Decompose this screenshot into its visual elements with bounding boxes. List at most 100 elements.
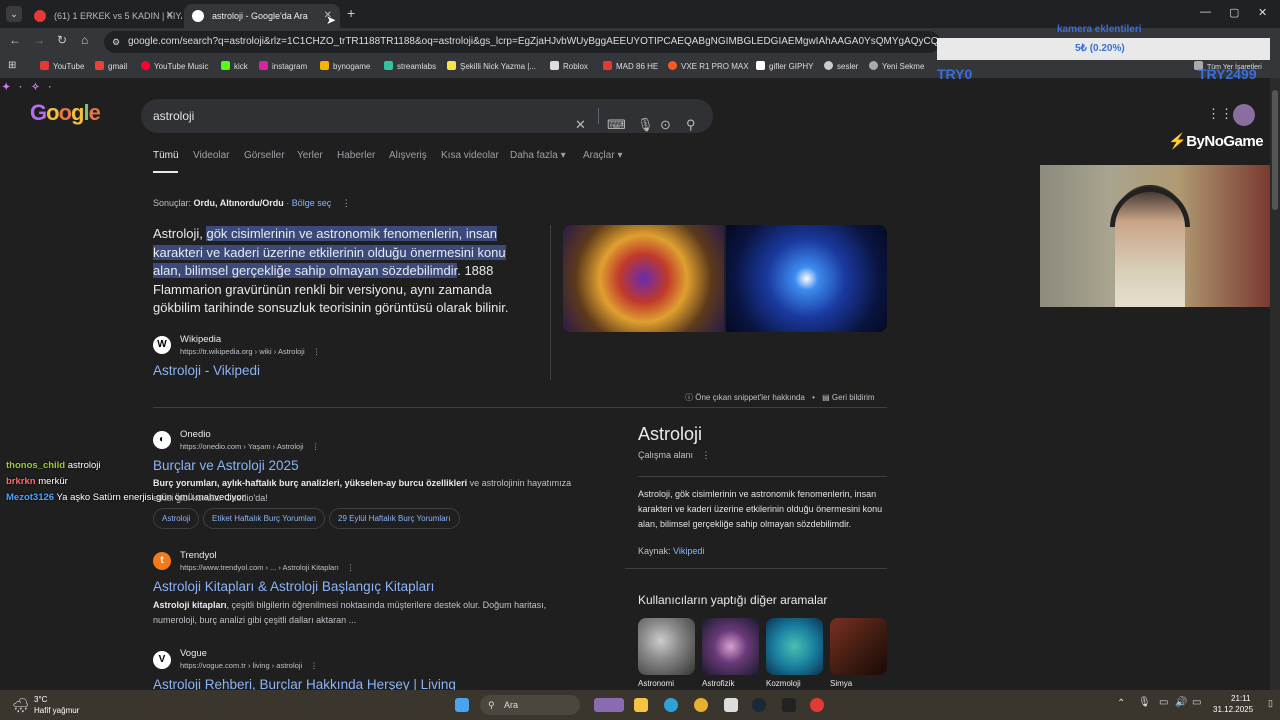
apps-icon[interactable]: ⊞ [8, 60, 16, 71]
astrology-wheel-image[interactable] [563, 225, 724, 332]
tab-google[interactable]: astroloji - Google'da Ara ✕ [184, 4, 340, 28]
result-source-name: Trendyol [180, 550, 217, 561]
taskbar-time[interactable]: 21:11 [1231, 694, 1250, 703]
microphone-icon[interactable]: 🎙 [1138, 697, 1151, 708]
network-icon[interactable]: ▭ [1159, 697, 1168, 708]
bookmark-youtube-music[interactable]: YouTube Music [141, 61, 209, 71]
profile-avatar[interactable] [1233, 104, 1255, 126]
more-options-icon[interactable]: ⋮ [702, 450, 711, 460]
related-simya[interactable]: Simya [830, 618, 887, 688]
apps-grid-icon[interactable]: ⋮⋮ [1207, 106, 1233, 122]
related-kozmoloji[interactable]: Kozmoloji [766, 618, 823, 688]
more-options-icon[interactable]: ⋮ [313, 347, 321, 356]
bookmark-youtube[interactable]: YouTube [40, 61, 84, 71]
new-tab-button[interactable]: + [347, 5, 355, 21]
keyboard-icon[interactable]: ⌨ [607, 108, 626, 142]
choose-region-link[interactable]: Bölge seç [292, 198, 332, 208]
related-astrofizik[interactable]: Astrofizik [702, 618, 759, 688]
bookmark-sekilli-nick[interactable]: Şekilli Nick Yazma |... [447, 61, 536, 71]
windows-taskbar: 🌧 3°C Hafif yağmur ⚲ Ara ⌃ 🎙 ▭ 🔊 ▭ 21:11… [0, 690, 1280, 720]
chip-29-eylul[interactable]: 29 Eylül Haftalık Burç Yorumları [329, 508, 460, 529]
chip-astroloji[interactable]: Astroloji [153, 508, 200, 529]
location-value: Ordu, Altınordu/Ordu [193, 198, 284, 208]
clear-icon[interactable]: ✕ [575, 108, 586, 142]
zodiac-circle-image[interactable] [726, 225, 887, 332]
address-bar[interactable]: ⚙ google.com/search?q=astroloji&rlz=1C1C… [104, 31, 940, 53]
steam-icon[interactable] [752, 698, 766, 712]
minimize-button[interactable]: — [1200, 6, 1211, 18]
windows-start-icon[interactable] [455, 698, 469, 712]
home-icon[interactable]: ⌂ [81, 33, 88, 47]
taskbar-date[interactable]: 31.12.2025 [1213, 705, 1253, 714]
lens-icon[interactable]: ⊙ [660, 108, 671, 142]
tab-all[interactable]: Tümü [153, 150, 179, 161]
google-doodle-logo[interactable]: Google ✦ · ✧ · [2, 82, 101, 126]
feedback-link[interactable]: Geri bildirim [832, 393, 875, 402]
more-options-icon[interactable]: ⋮ [342, 198, 351, 208]
more-options-icon[interactable]: ⋮ [312, 442, 320, 451]
forward-icon[interactable]: → [33, 33, 45, 47]
file-explorer-icon[interactable] [634, 698, 648, 712]
back-icon[interactable]: ← [9, 33, 21, 47]
chip-etiket-haftalik[interactable]: Etiket Haftalık Burç Yorumları [203, 508, 326, 529]
bookmark-mad86he[interactable]: MAD 86 HE [603, 61, 658, 71]
bookmark-bynogame[interactable]: bynogame [320, 61, 370, 71]
tab-short-videos[interactable]: Kısa videolar [441, 150, 499, 161]
notification-icon[interactable]: ▯ [1268, 698, 1273, 709]
page-scrollbar[interactable] [1270, 78, 1280, 690]
snippet-source-url[interactable]: https://tr.wikipedia.org › wiki › Astrol… [180, 347, 320, 356]
edge-icon[interactable] [664, 698, 678, 712]
search-input[interactable]: astroloji ✕ ⌨ 🎙 ⊙ ⚲ [141, 99, 713, 133]
tab-more[interactable]: Daha fazla ▾ [510, 150, 566, 161]
bookmark-gmail[interactable]: gmail [95, 61, 127, 71]
related-astronomi[interactable]: Astronomi [638, 618, 695, 688]
site-info-icon[interactable]: ⚙ [112, 31, 120, 53]
more-options-icon[interactable]: ⋮ [310, 661, 318, 670]
microphone-icon[interactable]: 🎙 [637, 108, 654, 142]
battery-icon[interactable]: ▭ [1192, 697, 1201, 708]
chrome-icon[interactable] [694, 698, 708, 712]
snippet-title-link[interactable]: Astroloji - Vikipedi [153, 363, 260, 378]
featured-snippet-text: Astroloji, gök cisimlerinin ve astronomi… [153, 226, 509, 315]
epic-games-icon[interactable] [782, 698, 796, 712]
bookmark-streamlabs[interactable]: streamlabs [384, 61, 436, 71]
knowledge-panel-subtitle: Çalışma alanı ⋮ [638, 450, 711, 460]
bookmark-sesler[interactable]: sesler [824, 61, 858, 71]
close-window-button[interactable]: ✕ [1258, 6, 1267, 19]
search-icon[interactable]: ⚲ [686, 108, 696, 142]
reload-icon[interactable]: ↻ [57, 33, 67, 47]
widgets-icon[interactable] [594, 698, 624, 712]
bookmark-kick[interactable]: kick [221, 61, 248, 71]
tab-images[interactable]: Görseller [244, 150, 285, 161]
tab-tools[interactable]: Araçlar ▾ [583, 150, 623, 161]
result-title-link[interactable]: Astroloji Rehberi, Burçlar Hakkında Herş… [153, 677, 456, 690]
scrollbar-thumb[interactable] [1272, 90, 1278, 210]
tab-videos[interactable]: Videolar [193, 150, 230, 161]
result-source-url[interactable]: https://vogue.com.tr › living › astroloj… [180, 661, 318, 670]
result-source-url[interactable]: https://www.trendyol.com › ... › Astrolo… [180, 563, 354, 572]
tab-places[interactable]: Yerler [297, 150, 323, 161]
tab-news[interactable]: Haberler [337, 150, 375, 161]
result-source-url[interactable]: https://onedio.com › Yaşam › Astroloji ⋮ [180, 442, 319, 451]
tab-search-button[interactable]: ⌄ [6, 6, 22, 22]
result-title-link[interactable]: Astroloji Kitapları & Astroloji Başlangı… [153, 579, 434, 594]
bookmark-instagram[interactable]: instagram [259, 61, 307, 71]
bookmark-giphy[interactable]: gifler GIPHY [756, 61, 813, 71]
bookmark-vxe[interactable]: VXE R1 PRO MAX [668, 61, 749, 71]
close-tab-icon[interactable]: ✕ [166, 4, 174, 28]
taskbar-search[interactable]: ⚲ Ara [480, 695, 580, 715]
tab-youtube[interactable]: (61) 1 ERKEK vs 5 KADIN | KIYAF ✕ [26, 4, 182, 28]
tab-shopping[interactable]: Alışveriş [389, 150, 427, 161]
bookmark-yeni-sekme[interactable]: Yeni Sekme [869, 61, 924, 71]
vikipedi-link[interactable]: Vikipedi [673, 546, 704, 556]
goal-target-amount: TRY2499 [1198, 66, 1257, 82]
result-title-link[interactable]: Burçlar ve Astroloji 2025 [153, 458, 299, 473]
maximize-button[interactable]: ▢ [1229, 6, 1239, 19]
streamlabs-icon[interactable] [810, 698, 824, 712]
more-options-icon[interactable]: ⋮ [347, 563, 355, 572]
store-icon[interactable] [724, 698, 738, 712]
volume-icon[interactable]: 🔊 [1175, 697, 1187, 708]
about-snippets-link[interactable]: Öne çıkan snippet'ler hakkında [695, 393, 805, 402]
tray-chevron-icon[interactable]: ⌃ [1117, 698, 1125, 709]
bookmark-roblox[interactable]: Roblox [550, 61, 588, 71]
